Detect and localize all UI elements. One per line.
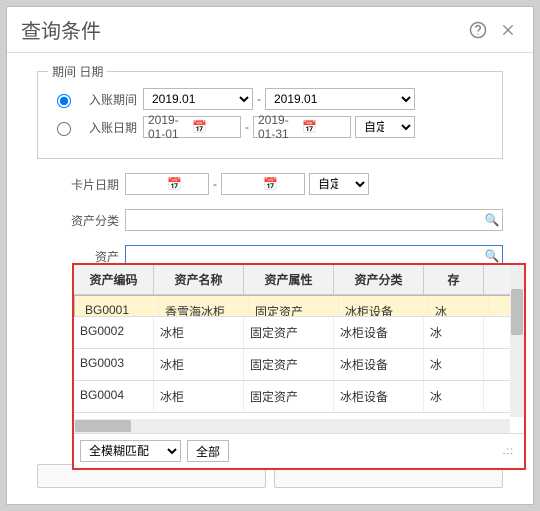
table-row[interactable]: BG0002 冰柜 固定资产 冰柜设备 冰 xyxy=(74,317,524,349)
col-attr[interactable]: 资产属性 xyxy=(244,265,334,294)
dialog: 查询条件 期间 日期 入账期间 2019.01 - 2019.01 入账日期 2… xyxy=(6,6,534,505)
all-button[interactable]: 全部 xyxy=(187,440,229,462)
period-b-mode[interactable]: 自定义 xyxy=(355,116,415,138)
table-row[interactable]: BG0004 冰柜 固定资产 冰柜设备 冰 xyxy=(74,381,524,413)
calendar-icon: 📅 xyxy=(167,177,204,191)
card-date-label: 卡片日期 xyxy=(37,176,119,193)
match-mode-select[interactable]: 全模糊匹配 xyxy=(80,440,181,462)
period-b-to[interactable]: 2019-01-31📅 xyxy=(253,116,351,138)
close-icon[interactable] xyxy=(497,19,519,41)
col-class[interactable]: 资产分类 xyxy=(334,265,424,294)
card-date-mode[interactable]: 自定义 xyxy=(309,173,369,195)
period-b-from[interactable]: 2019-01-01📅 xyxy=(143,116,241,138)
classify-input[interactable] xyxy=(126,210,482,230)
period-a-from[interactable]: 2019.01 xyxy=(143,88,253,110)
period-a-to[interactable]: 2019.01 xyxy=(265,88,415,110)
horizontal-scrollbar[interactable] xyxy=(74,419,510,433)
asset-picker-popup: 资产编码 资产名称 资产属性 资产分类 存 BG0001 香雪海冰柜 固定资产 … xyxy=(72,263,526,470)
table-row[interactable]: BG0001 香雪海冰柜 固定资产 冰柜设备 冰 xyxy=(74,295,524,317)
period-radio-b[interactable] xyxy=(57,122,71,136)
period-legend: 期间 日期 xyxy=(48,63,107,80)
asset-grid: 资产编码 资产名称 资产属性 资产分类 存 BG0001 香雪海冰柜 固定资产 … xyxy=(74,265,524,433)
resize-grip-icon[interactable]: .:: xyxy=(503,446,518,457)
table-row[interactable]: BG0003 冰柜 固定资产 冰柜设备 冰 xyxy=(74,349,524,381)
col-code[interactable]: 资产编码 xyxy=(74,265,154,294)
col-ext[interactable]: 存 xyxy=(424,265,484,294)
lookup-icon[interactable]: 🔍 xyxy=(482,249,502,263)
lookup-icon[interactable]: 🔍 xyxy=(482,213,502,227)
asset-label: 资产 xyxy=(37,248,119,265)
popup-footer: 全模糊匹配 全部 .:: xyxy=(74,433,524,468)
vertical-scrollbar[interactable] xyxy=(510,265,524,417)
calendar-icon: 📅 xyxy=(263,177,300,191)
period-b-label: 入账日期 xyxy=(81,119,137,136)
calendar-icon: 📅 xyxy=(302,120,346,134)
calendar-icon: 📅 xyxy=(192,120,236,134)
card-date-to[interactable]: 📅 xyxy=(221,173,305,195)
dialog-title: 查询条件 xyxy=(21,15,459,44)
col-name[interactable]: 资产名称 xyxy=(154,265,244,294)
period-radio-a[interactable] xyxy=(57,94,71,108)
period-a-label: 入账期间 xyxy=(81,91,137,108)
classify-label: 资产分类 xyxy=(37,212,119,229)
classify-input-wrap: 🔍 xyxy=(125,209,503,231)
grid-header: 资产编码 资产名称 资产属性 资产分类 存 xyxy=(74,265,524,295)
period-fieldset: 期间 日期 入账期间 2019.01 - 2019.01 入账日期 2019-0… xyxy=(37,71,503,159)
card-date-from[interactable]: 📅 xyxy=(125,173,209,195)
help-icon[interactable] xyxy=(467,19,489,41)
titlebar: 查询条件 xyxy=(7,7,533,53)
